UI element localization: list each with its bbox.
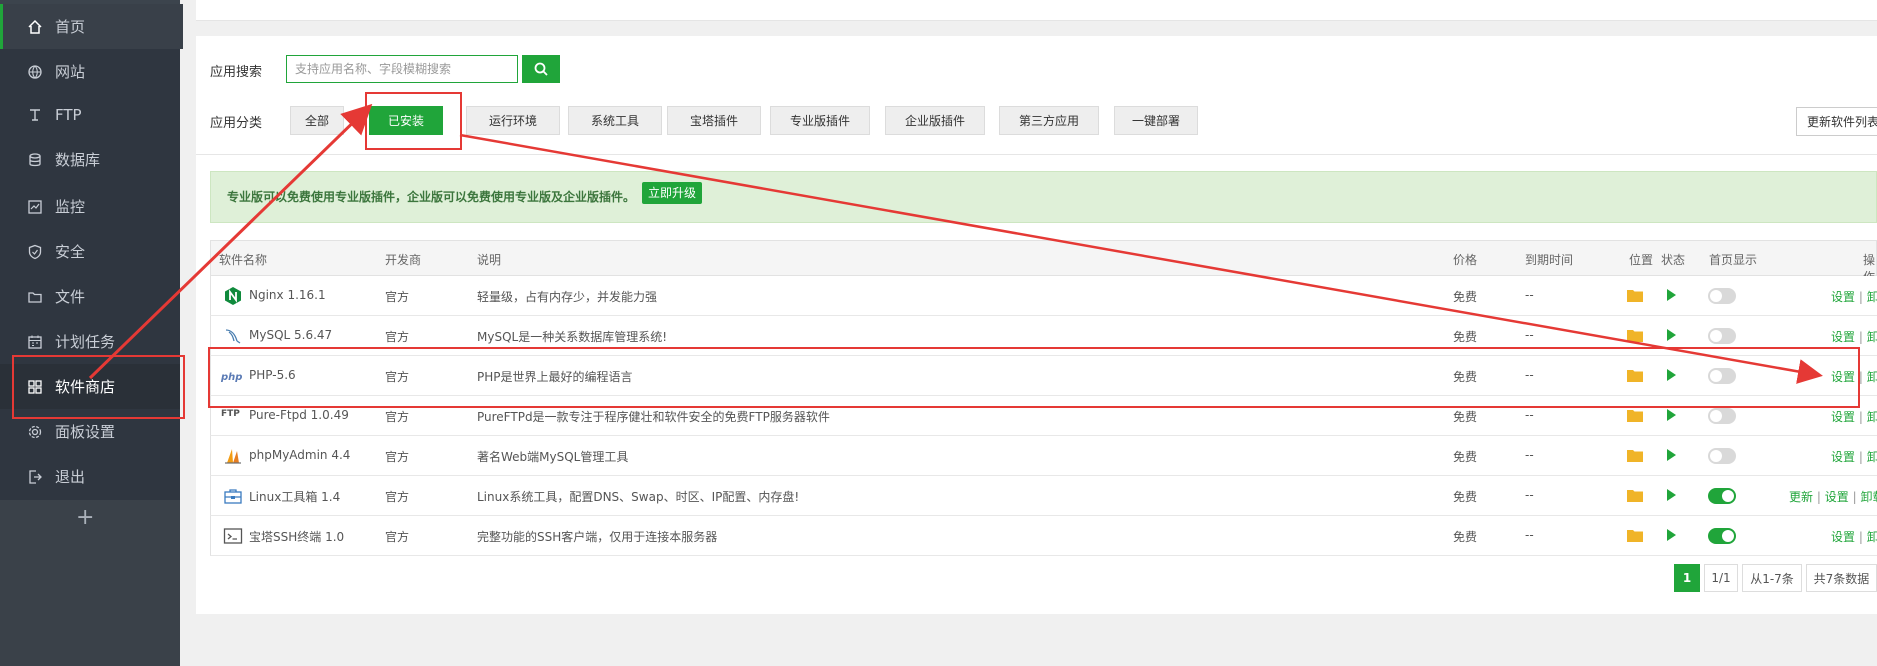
annotation-arrows (88, 103, 1823, 384)
